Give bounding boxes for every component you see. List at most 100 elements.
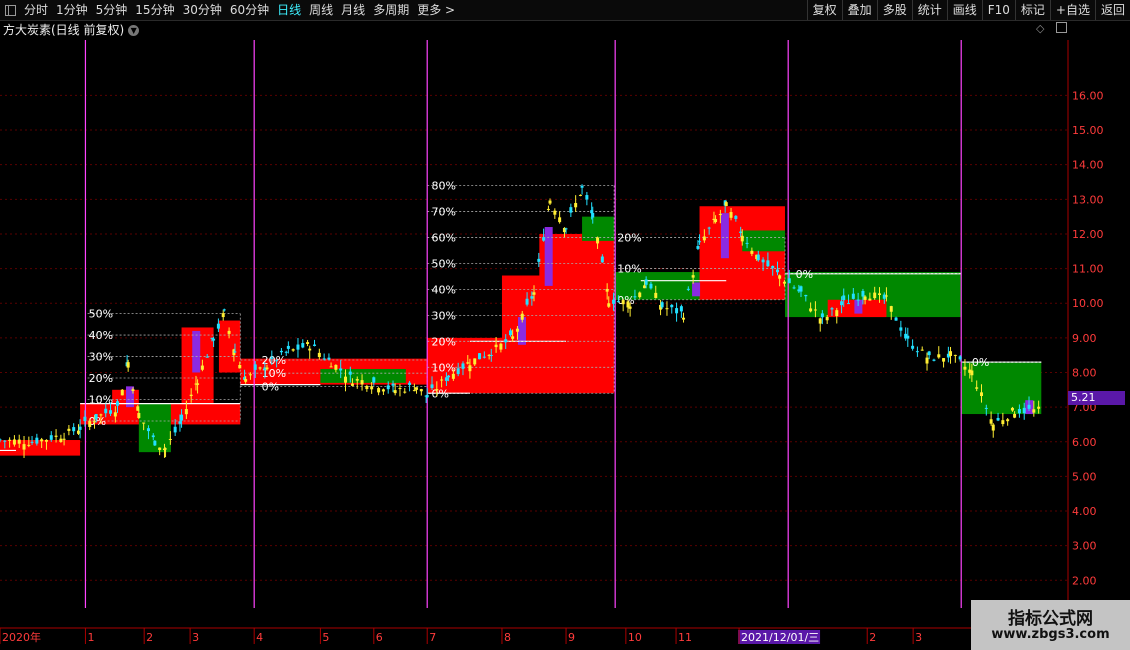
candle-body	[62, 438, 66, 440]
watermark-logo: 指标公式网 www.zbgs3.com	[971, 600, 1130, 650]
date-label: 2021/12/01/三	[741, 631, 819, 644]
level-label: 80%	[431, 179, 455, 192]
candle-body	[44, 439, 48, 442]
candle-body	[585, 195, 589, 200]
candle-body	[22, 444, 26, 450]
price-tick-label: 15.00	[1072, 124, 1104, 137]
candle-body	[873, 292, 877, 299]
candle-body	[381, 389, 385, 392]
candle-body	[792, 287, 796, 289]
candle-body	[970, 370, 974, 376]
candle-body	[466, 362, 470, 364]
candle-body	[419, 389, 423, 392]
candle-body	[882, 294, 886, 299]
candle-body	[40, 439, 44, 442]
candle-body	[932, 359, 936, 361]
candle-body	[691, 275, 695, 278]
candle-body	[750, 250, 754, 254]
price-tick-label: 14.00	[1072, 159, 1104, 172]
candle-body	[596, 237, 600, 244]
candle-body	[818, 318, 822, 324]
candle-body	[440, 379, 444, 381]
volume-accent-bar	[692, 282, 701, 297]
candle-body	[537, 258, 541, 262]
price-tick-label: 9.00	[1072, 332, 1097, 345]
date-label: 3	[192, 631, 199, 644]
candle-body	[83, 416, 87, 422]
candle-body	[830, 308, 834, 310]
candle-body	[49, 435, 53, 440]
level-label: 10%	[431, 361, 455, 374]
candle-body	[580, 185, 584, 188]
candle-body	[403, 391, 407, 393]
candle-body	[365, 385, 369, 390]
candle-body	[906, 335, 910, 339]
candle-body	[963, 366, 967, 370]
candle-body	[291, 349, 295, 351]
candle-body	[1022, 407, 1026, 414]
candle-body	[861, 290, 865, 297]
candle-body	[979, 392, 983, 397]
candle-body	[1010, 407, 1014, 411]
candle-body	[558, 217, 562, 223]
candle-body	[915, 351, 919, 353]
volume-accent-bar	[192, 330, 201, 373]
candle-body	[322, 358, 326, 360]
candle-body	[804, 294, 808, 297]
level-label: 40%	[89, 329, 113, 342]
level-label: 10%	[617, 263, 641, 276]
candle-body	[377, 388, 381, 393]
candle-body	[856, 299, 860, 301]
candle-body	[27, 444, 31, 446]
candle-body	[532, 292, 536, 295]
candle-body	[605, 288, 609, 292]
candle-body	[430, 384, 434, 389]
candle-body	[820, 313, 824, 318]
candle-body	[94, 413, 98, 420]
volume-accent-bar	[544, 227, 553, 286]
candle-body	[0, 439, 2, 441]
candle-body	[525, 298, 529, 305]
level-label: 20%	[431, 335, 455, 348]
candle-body	[327, 357, 331, 360]
watermark-url: www.zbgs3.com	[991, 627, 1110, 642]
candle-body	[253, 364, 257, 370]
candle-body	[164, 448, 168, 450]
candle-body	[553, 210, 557, 215]
price-tick-label: 3.00	[1072, 540, 1097, 553]
candle-body	[739, 231, 743, 234]
candle-body	[591, 212, 595, 218]
candle-body	[718, 213, 722, 216]
level-label: 60%	[431, 231, 455, 244]
candle-body	[949, 351, 953, 356]
candle-body	[76, 430, 80, 434]
candle-body	[184, 409, 188, 415]
candle-body	[920, 349, 924, 351]
candle-body	[88, 421, 92, 427]
candle-body	[958, 356, 962, 360]
watermark-title: 指标公式网	[1008, 609, 1093, 629]
candle-body	[660, 302, 664, 308]
candle-body	[196, 383, 200, 385]
candle-body	[275, 360, 279, 362]
candle-body	[398, 388, 402, 390]
candle-body	[975, 387, 979, 389]
candle-body	[847, 303, 851, 305]
candle-body	[461, 363, 465, 369]
level-label: 0%	[617, 294, 634, 307]
candle-body	[473, 358, 477, 365]
candle-body	[126, 362, 130, 368]
date-label: 2	[869, 631, 876, 644]
candle-body	[451, 373, 455, 379]
candle-body	[665, 308, 669, 310]
level-label: 30%	[89, 351, 113, 364]
candle-body	[984, 407, 988, 409]
candle-body	[530, 296, 534, 299]
candle-body	[408, 382, 412, 386]
range-box	[742, 230, 785, 252]
level-label: 50%	[431, 257, 455, 270]
candle-body	[153, 440, 157, 446]
candlestick-chart[interactable]: 16.0015.0014.0013.0012.0011.0010.009.008…	[0, 0, 1130, 650]
candle-body	[360, 380, 364, 385]
candle-body	[813, 309, 817, 311]
